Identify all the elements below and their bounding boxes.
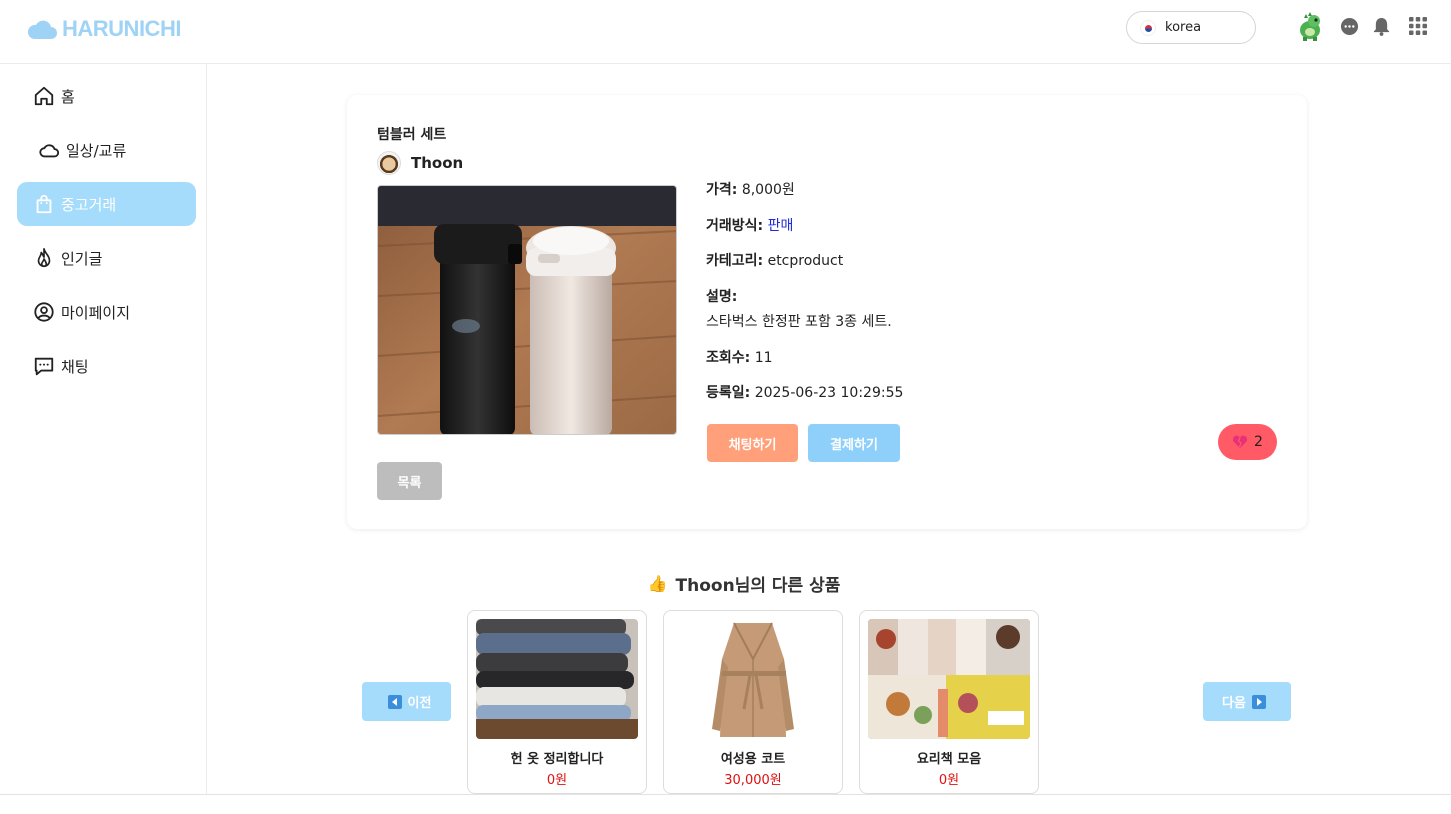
prev-button[interactable]: 이전 — [362, 682, 451, 721]
sidebar-item-label: 채팅 — [61, 357, 89, 376]
left-arrow-icon — [387, 694, 402, 709]
next-label: 다음 — [1222, 696, 1246, 711]
like-button[interactable]: 2 — [1218, 424, 1277, 460]
dinosaur-avatar-icon — [1300, 12, 1320, 41]
product-card-clothes[interactable]: 헌 옷 정리합니다 0원 — [467, 610, 647, 794]
sidebar-item-label: 중고거래 — [61, 195, 117, 214]
item-image — [476, 619, 638, 739]
views-value: 11 — [754, 350, 773, 366]
item-price: 0원 — [938, 773, 960, 788]
fire-icon — [37, 248, 51, 268]
apps-grid-icon[interactable] — [1409, 17, 1427, 35]
registered-value: 2025-06-23 10:29:55 — [754, 385, 904, 401]
pay-button[interactable]: 결제하기 — [808, 424, 900, 462]
sidebar-item-daily[interactable]: 일상/교류 — [17, 128, 196, 172]
category-value: etcproduct — [767, 253, 844, 269]
message-icon[interactable] — [1340, 17, 1359, 36]
product-image — [377, 185, 677, 435]
next-button[interactable]: 다음 — [1203, 682, 1291, 721]
sidebar-item-chat[interactable]: 채팅 — [17, 344, 196, 388]
seller-info[interactable]: Thoon — [377, 151, 463, 175]
item-image — [868, 619, 1030, 739]
product-card-coat[interactable]: 여성용 코트 30,000원 — [663, 610, 843, 794]
description-label: 설명: — [706, 286, 737, 306]
broken-heart-icon — [1232, 435, 1248, 448]
registered-label: 등록일: — [706, 385, 751, 401]
product-detail-card: 텀블러 세트 Thoon 가격: 8,000원 거래방식: 판매 카테고리: e… — [347, 95, 1307, 529]
seller-avatar — [377, 151, 401, 175]
thumbs-up-icon: 👍 — [647, 574, 668, 593]
registered-row: 등록일: 2025-06-23 10:29:55 — [706, 382, 903, 402]
category-label: 카테고리: — [706, 253, 764, 269]
sidebar-item-label: 마이페이지 — [61, 303, 131, 322]
cloud-icon — [39, 144, 60, 158]
sidebar-item-market[interactable]: 중고거래 — [17, 182, 196, 226]
sidebar-item-label: 홈 — [61, 87, 75, 106]
top-header: HARUNICHI korea — [0, 0, 1451, 64]
home-icon — [34, 86, 54, 106]
description-label-text: 설명: — [706, 289, 738, 305]
item-name: 요리책 모음 — [916, 752, 982, 767]
user-avatar[interactable] — [1295, 12, 1325, 42]
views-row: 조회수: 11 — [706, 347, 773, 367]
chat-bubble-icon — [34, 357, 54, 376]
prev-label: 이전 — [407, 696, 432, 711]
user-circle-icon — [34, 302, 54, 322]
price-label: 가격: — [706, 182, 738, 198]
trade-type-value: 판매 — [767, 218, 794, 234]
right-arrow-icon — [1251, 694, 1266, 709]
bell-icon[interactable] — [1373, 17, 1390, 36]
item-image — [672, 619, 834, 739]
sidebar-item-label: 인기글 — [61, 249, 103, 268]
trade-type-row: 거래방식: 판매 — [706, 215, 793, 235]
bottom-divider — [0, 794, 1451, 795]
sidebar-item-home[interactable]: 홈 — [17, 74, 196, 118]
item-price: 30,000원 — [724, 773, 782, 788]
sidebar: 홈 일상/교류 중고거래 인기글 마이페이지 채팅 — [0, 64, 207, 794]
price-value: 8,000원 — [741, 182, 795, 198]
seller-name: Thoon — [411, 154, 464, 172]
sidebar-item-popular[interactable]: 인기글 — [17, 236, 196, 280]
other-products-title: Thoon님의 다른 상품 — [675, 576, 841, 596]
other-products-heading: 👍 Thoon님의 다른 상품 — [0, 571, 1451, 596]
like-count: 2 — [1254, 434, 1263, 450]
chat-button[interactable]: 채팅하기 — [707, 424, 798, 462]
logo[interactable]: HARUNICHI — [26, 14, 181, 44]
item-price: 0원 — [546, 773, 568, 788]
product-title: 텀블러 세트 — [377, 127, 447, 143]
logo-text: HARUNICHI — [62, 16, 181, 41]
shopping-bag-icon — [36, 194, 52, 214]
views-label: 조회수: — [706, 350, 751, 366]
list-button[interactable]: 목록 — [377, 462, 442, 500]
cloud-logo-icon — [27, 20, 57, 39]
product-card-cookbooks[interactable]: 요리책 모음 0원 — [859, 610, 1039, 794]
language-label: korea — [1165, 20, 1202, 35]
sidebar-item-label: 일상/교류 — [66, 141, 127, 160]
language-select[interactable]: korea — [1126, 11, 1256, 44]
item-name: 헌 옷 정리합니다 — [510, 752, 604, 767]
category-row: 카테고리: etcproduct — [706, 250, 843, 270]
item-name: 여성용 코트 — [720, 752, 786, 767]
sidebar-item-mypage[interactable]: 마이페이지 — [17, 290, 196, 334]
korea-flag-icon — [1140, 19, 1156, 36]
price-row: 가격: 8,000원 — [706, 179, 795, 199]
description-text: 스타벅스 한정판 포함 3종 세트. — [706, 314, 892, 330]
trade-type-label: 거래방식: — [706, 218, 764, 234]
